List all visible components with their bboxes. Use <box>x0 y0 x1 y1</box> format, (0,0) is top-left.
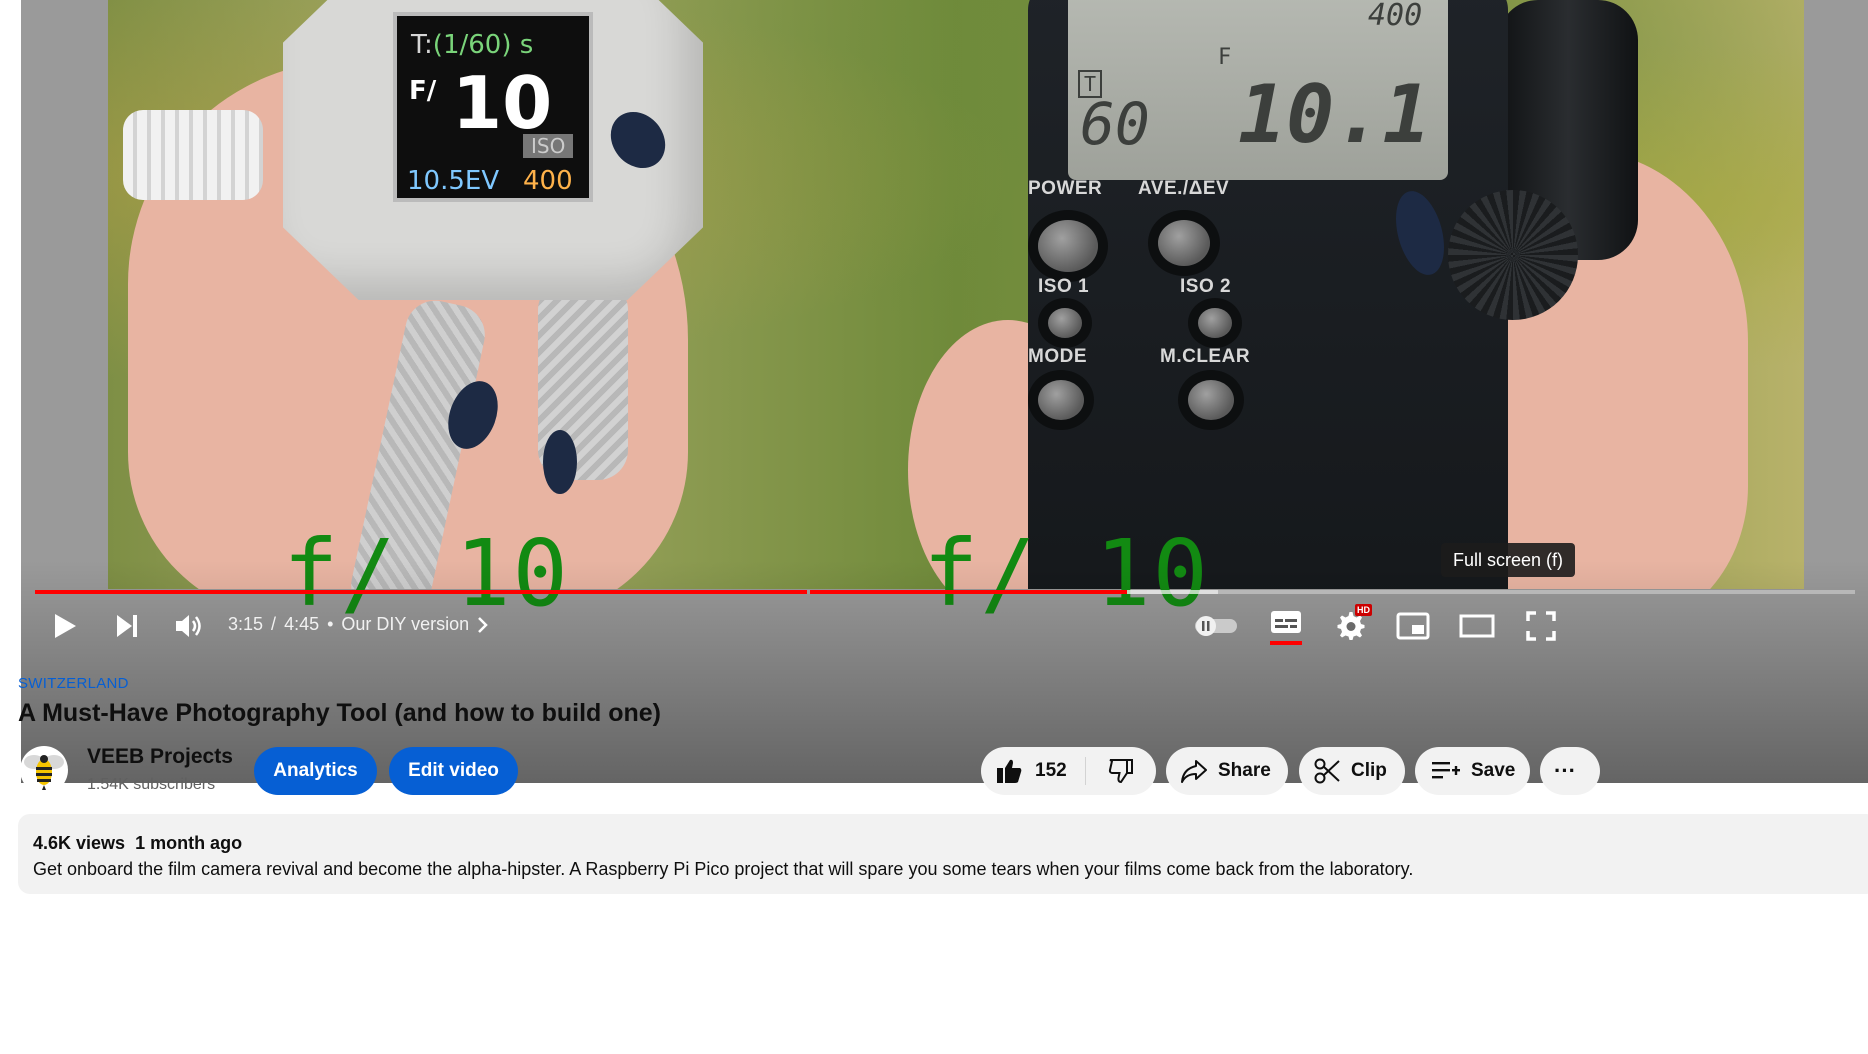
description-box[interactable] <box>18 814 1868 894</box>
like-count: 152 <box>1035 760 1067 781</box>
pro-lcd-aperture: 10.1 <box>1238 68 1431 161</box>
view-count: 4.6K views <box>33 833 126 853</box>
description-meta: 4.6K views 1 month ago <box>33 833 242 854</box>
fingernail <box>543 430 577 494</box>
analytics-button[interactable]: Analytics <box>254 747 377 795</box>
pro-mode-label: MODE <box>1028 346 1087 367</box>
diy-shutter-readout: T:(1/60) s <box>411 30 534 60</box>
thumbs-down-icon <box>1108 759 1133 784</box>
autoplay-toggle[interactable] <box>1191 610 1241 642</box>
autoplay-toggle-icon <box>1195 616 1237 636</box>
diy-aperture-prefix: F/ <box>409 76 437 106</box>
pro-iso1-label: ISO 1 <box>1038 276 1090 297</box>
theater-mode-icon <box>1459 614 1495 638</box>
current-time: 3:15 <box>228 614 264 634</box>
diy-meter-knob <box>123 110 263 200</box>
channel-name[interactable]: VEEB Projects <box>87 745 233 769</box>
dislike-button[interactable] <box>1086 747 1156 795</box>
video-player[interactable]: T:(1/60) s F/ 10 ISO 10.5EV 400 400 F T … <box>21 0 1868 783</box>
fullscreen-button[interactable] <box>1519 606 1563 646</box>
pro-mclear-label: M.CLEAR <box>1160 346 1251 367</box>
settings-button[interactable]: HD <box>1326 604 1376 648</box>
channel-avatar[interactable] <box>20 746 68 794</box>
time-display: 3:15 / 4:45 • Our DIY version <box>228 614 489 635</box>
chapter-title-button[interactable]: Our DIY version <box>341 614 469 635</box>
time-separator: / <box>271 614 277 634</box>
skip-next-icon <box>117 615 137 637</box>
chapter-marker <box>807 590 810 594</box>
fullscreen-tooltip: Full screen (f) <box>1441 543 1576 577</box>
pro-iso1-button <box>1048 308 1082 338</box>
fullscreen-icon <box>1526 611 1556 641</box>
subtitles-button[interactable] <box>1264 606 1308 648</box>
video-frame[interactable]: T:(1/60) s F/ 10 ISO 10.5EV 400 400 F T … <box>108 0 1804 589</box>
pro-meter-dial <box>1448 190 1578 320</box>
save-label: Save <box>1471 760 1516 781</box>
share-button[interactable]: Share <box>1166 747 1288 795</box>
diy-aperture-value: 10 <box>452 61 553 145</box>
diy-ev-value: 10.5EV <box>407 166 500 196</box>
share-label: Share <box>1218 760 1271 781</box>
pro-mclear-button <box>1188 380 1234 420</box>
pro-power-label: POWER <box>1028 178 1103 199</box>
edit-video-button[interactable]: Edit video <box>389 747 518 795</box>
play-icon <box>55 614 76 638</box>
pro-light-meter: 400 F T 60 10.1 POWER AVE./ΔEV ISO 1 ISO… <box>1028 0 1578 589</box>
volume-icon <box>176 615 201 637</box>
pro-mode-button <box>1038 380 1084 420</box>
next-button[interactable] <box>107 606 147 646</box>
diy-meter-screen: T:(1/60) s F/ 10 ISO 10.5EV 400 <box>393 12 593 202</box>
miniplayer-button[interactable] <box>1391 606 1435 646</box>
playlist-add-icon <box>1432 762 1460 779</box>
pro-iso2-label: ISO 2 <box>1180 276 1232 297</box>
dot-separator: • <box>327 614 334 634</box>
subtitles-icon <box>1270 611 1302 645</box>
like-button[interactable]: 152 <box>981 747 1067 795</box>
diy-iso-value: 400 <box>523 166 573 196</box>
pro-meter-lcd: 400 F T 60 10.1 <box>1068 0 1448 180</box>
video-title: A Must-Have Photography Tool (and how to… <box>18 699 662 727</box>
pro-lcd-shutter: 60 <box>1080 90 1150 158</box>
duration: 4:45 <box>284 614 320 634</box>
progress-bar[interactable] <box>35 590 1855 594</box>
location-link[interactable]: SWITZERLAND <box>18 675 129 692</box>
scissors-icon <box>1314 758 1340 784</box>
thumbs-up-icon <box>997 759 1022 783</box>
theater-mode-button[interactable] <box>1455 606 1499 646</box>
share-icon <box>1181 760 1207 783</box>
publish-date: 1 month ago <box>135 833 243 853</box>
pro-ave-label: AVE./ΔEV <box>1138 178 1230 199</box>
pro-lcd-f: F <box>1218 45 1232 70</box>
save-button[interactable]: Save <box>1415 747 1530 795</box>
more-icon: ··· <box>1554 758 1576 783</box>
bee-logo-icon <box>24 755 64 790</box>
clip-label: Clip <box>1351 760 1387 781</box>
subscriber-count: 1.54K subscribers <box>87 776 216 793</box>
like-dislike-group: 152 <box>981 747 1156 795</box>
miniplayer-icon <box>1396 612 1430 640</box>
pro-power-button <box>1038 220 1098 272</box>
progress-played <box>35 590 1127 594</box>
description-text: Get onboard the film camera revival and … <box>33 859 1414 879</box>
pro-iso2-button <box>1198 308 1232 338</box>
mute-button[interactable] <box>169 606 209 646</box>
hd-badge: HD <box>1355 604 1372 616</box>
more-actions-button[interactable]: ··· <box>1540 747 1600 795</box>
diy-iso-label: ISO <box>523 134 574 158</box>
pro-ave-button <box>1158 220 1210 266</box>
play-button[interactable] <box>45 606 85 646</box>
chevron-right-icon[interactable] <box>477 616 489 634</box>
clip-button[interactable]: Clip <box>1299 747 1405 795</box>
pro-lcd-iso: 400 <box>1368 0 1423 33</box>
